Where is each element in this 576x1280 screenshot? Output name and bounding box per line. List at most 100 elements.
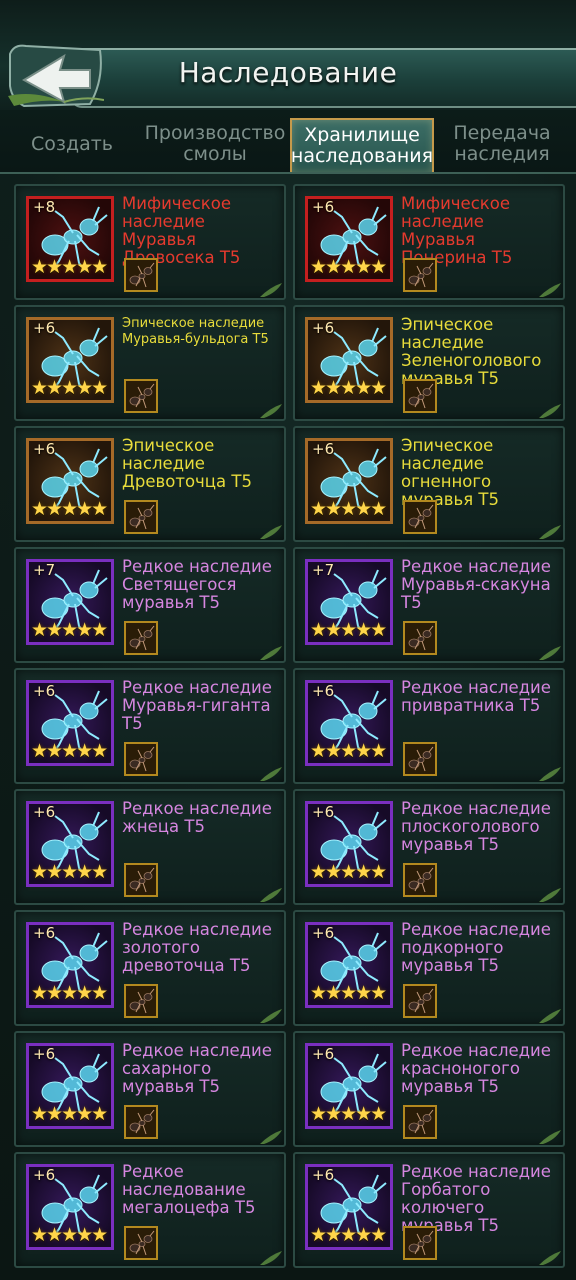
- star-rating: ★★★★★: [310, 1103, 387, 1125]
- leaf-corner-decoration: [539, 1008, 561, 1023]
- inheritance-card[interactable]: +6 ★★★★★ Редкое наследие Горбатого колючег…: [293, 1152, 565, 1268]
- leaf-corner-decoration: [260, 1008, 282, 1023]
- inheritance-card[interactable]: +6 ★★★★★ Эпическое наследие Древоточца Т5: [14, 426, 286, 542]
- ant-species-icon: [124, 500, 158, 534]
- ant-portrait: +6 ★★★★★: [305, 922, 393, 1008]
- inheritance-card[interactable]: +6 ★★★★★ Редкое наследие подкорного муравь…: [293, 910, 565, 1026]
- star-rating: ★★★★★: [310, 256, 387, 278]
- enhancement-level: +6: [312, 803, 335, 821]
- inheritance-name: Редкое наследие Муравья-скакуна Т5: [401, 557, 551, 612]
- enhancement-level: +6: [33, 682, 56, 700]
- leaf-corner-decoration: [539, 766, 561, 781]
- ant-portrait: +6 ★★★★★: [305, 438, 393, 524]
- ant-species-icon: [124, 1105, 158, 1139]
- inheritance-name: Редкое наследие привратника Т5: [401, 678, 551, 715]
- leaf-corner-decoration: [260, 1129, 282, 1144]
- ant-species-icon: [124, 742, 158, 776]
- inheritance-card[interactable]: +7 ★★★★★ Редкое наследие Светящегося мурав…: [14, 547, 286, 663]
- inheritance-name: Мифическое наследие Муравья Понерина Т5: [401, 194, 513, 267]
- star-rating: ★★★★★: [310, 740, 387, 762]
- enhancement-level: +6: [33, 319, 56, 337]
- ant-icon: [408, 867, 434, 893]
- ant-icon: [408, 383, 434, 409]
- ant-icon: [129, 504, 155, 530]
- tab-create[interactable]: Создать: [6, 118, 138, 170]
- ant-portrait: +6 ★★★★★: [305, 317, 393, 403]
- ant-species-icon: [124, 863, 158, 897]
- inheritance-name: Редкое наследие плоскоголового муравья Т…: [401, 799, 551, 854]
- ant-portrait: +6 ★★★★★: [26, 922, 114, 1008]
- leaf-corner-decoration: [539, 645, 561, 660]
- ant-icon: [408, 1109, 434, 1135]
- ant-species-icon: [403, 621, 437, 655]
- ant-portrait: +6 ★★★★★: [26, 317, 114, 403]
- leaf-corner-decoration: [539, 887, 561, 902]
- ant-species-icon: [124, 984, 158, 1018]
- tab-inheritance-transfer[interactable]: Передача наследия: [434, 118, 570, 170]
- leaf-corner-decoration: [539, 403, 561, 418]
- enhancement-level: +6: [33, 803, 56, 821]
- star-rating: ★★★★★: [31, 619, 108, 641]
- ant-icon: [408, 1230, 434, 1256]
- inheritance-card[interactable]: +6 ★★★★★ Эпическое наследие Муравья-бульдо…: [14, 305, 286, 421]
- ant-icon: [408, 988, 434, 1014]
- ant-icon: [408, 746, 434, 772]
- tab-resin-production[interactable]: Производство смолы: [142, 118, 288, 170]
- inheritance-card[interactable]: +6 ★★★★★ Редкое наследие привратника Т5: [293, 668, 565, 784]
- inheritance-card[interactable]: +6 ★★★★★ Редкое наследие красноногого мура…: [293, 1031, 565, 1147]
- inheritance-card[interactable]: +6 ★★★★★ Мифическое наследие Муравья Понер…: [293, 184, 565, 300]
- inheritance-card[interactable]: +6 ★★★★★ Эпическое наследие огненного мура…: [293, 426, 565, 542]
- inheritance-name: Эпическое наследие огненного муравья Т5: [401, 436, 499, 509]
- enhancement-level: +6: [312, 682, 335, 700]
- ant-species-icon: [124, 621, 158, 655]
- ant-species-icon: [403, 1105, 437, 1139]
- ant-icon: [129, 746, 155, 772]
- inheritance-name: Редкое наследие сахарного муравья Т5: [122, 1041, 272, 1096]
- enhancement-level: +6: [33, 1045, 56, 1063]
- leaf-corner-decoration: [260, 1250, 282, 1265]
- enhancement-level: +6: [312, 1166, 335, 1184]
- inheritance-card[interactable]: +8 ★★★★★ Мифическое наследие Муравья Дрово…: [14, 184, 286, 300]
- inheritance-name: Редкое наследие Светящегося муравья Т5: [122, 557, 272, 612]
- tab-inheritance-storage[interactable]: Хранилище наследования: [290, 118, 434, 172]
- star-rating: ★★★★★: [31, 256, 108, 278]
- enhancement-level: +6: [33, 440, 56, 458]
- inheritance-card[interactable]: +6 ★★★★★ Редкое наследование мегалоцефа Т5: [14, 1152, 286, 1268]
- page-title: Наследование: [178, 56, 398, 89]
- inheritance-card[interactable]: +6 ★★★★★ Редкое наследие жнеца Т5: [14, 789, 286, 905]
- enhancement-level: +7: [312, 561, 335, 579]
- inheritance-card[interactable]: +6 ★★★★★ Редкое наследие золотого древоточ…: [14, 910, 286, 1026]
- inheritance-name: Редкое наследие Горбатого колючего мурав…: [401, 1162, 551, 1235]
- ant-species-icon: [403, 1226, 437, 1260]
- inheritance-name: Эпическое наследие Зеленоголового муравь…: [401, 315, 542, 388]
- inheritance-name: Редкое наследование мегалоцефа Т5: [122, 1162, 256, 1217]
- ant-species-icon: [403, 258, 437, 292]
- ant-portrait: +6 ★★★★★: [305, 801, 393, 887]
- ant-portrait: +8 ★★★★★: [26, 196, 114, 282]
- ant-portrait: +6 ★★★★★: [26, 438, 114, 524]
- inheritance-name: Редкое наследие жнеца Т5: [122, 799, 272, 836]
- enhancement-level: +7: [33, 561, 56, 579]
- ant-icon: [129, 262, 155, 288]
- inheritance-name: Эпическое наследие Древоточца Т5: [122, 436, 252, 491]
- inheritance-card[interactable]: +6 ★★★★★ Редкое наследие сахарного муравья…: [14, 1031, 286, 1147]
- inheritance-name: Редкое наследие красноногого муравья Т5: [401, 1041, 551, 1096]
- inheritance-card[interactable]: +6 ★★★★★ Редкое наследие плоскоголового му…: [293, 789, 565, 905]
- star-rating: ★★★★★: [31, 861, 108, 883]
- star-rating: ★★★★★: [31, 1103, 108, 1125]
- inheritance-card[interactable]: +6 ★★★★★ Эпическое наследие Зеленоголового…: [293, 305, 565, 421]
- ant-icon: [129, 383, 155, 409]
- ant-portrait: +7 ★★★★★: [26, 559, 114, 645]
- ant-portrait: +6 ★★★★★: [305, 1043, 393, 1129]
- leaf-corner-decoration: [260, 645, 282, 660]
- inheritance-card[interactable]: +6 ★★★★★ Редкое наследие Муравья-гиганта Т…: [14, 668, 286, 784]
- leaf-corner-decoration: [539, 1129, 561, 1144]
- inheritance-card[interactable]: +7 ★★★★★ Редкое наследие Муравья-скакуна Т…: [293, 547, 565, 663]
- ant-icon: [129, 1109, 155, 1135]
- ant-icon: [129, 1230, 155, 1256]
- star-rating: ★★★★★: [310, 619, 387, 641]
- inheritance-name: Редкое наследие Муравья-гиганта Т5: [122, 678, 272, 733]
- inheritance-name: Редкое наследие подкорного муравья Т5: [401, 920, 551, 975]
- ant-icon: [129, 867, 155, 893]
- ant-icon: [129, 625, 155, 651]
